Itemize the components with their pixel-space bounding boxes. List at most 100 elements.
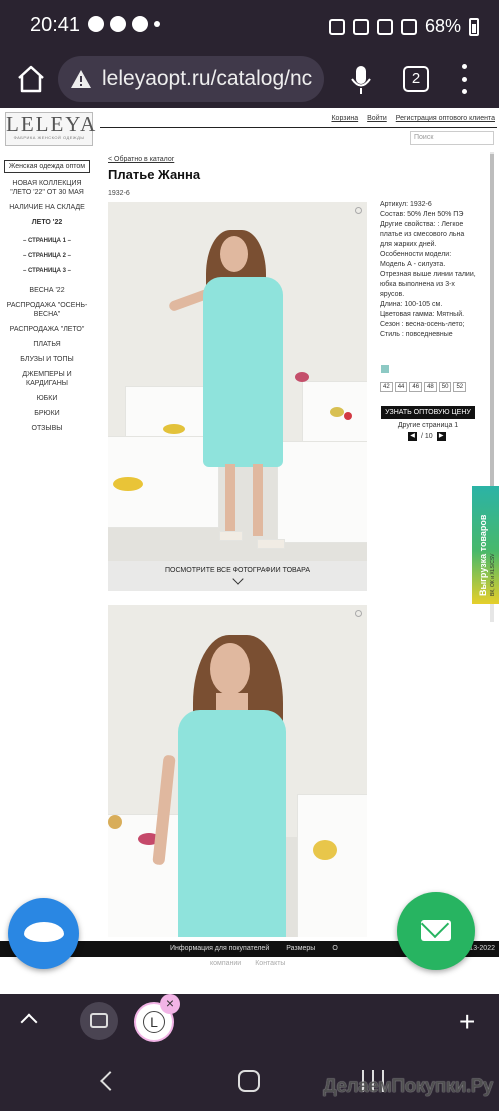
mail-button[interactable] <box>397 892 475 970</box>
footer-link-contacts[interactable]: Контакты <box>255 960 285 967</box>
header-divider <box>100 127 497 128</box>
menu-item-dresses[interactable]: ПЛАТЬЯ <box>0 340 94 349</box>
watermark: ДелаемПокупки.Ру <box>323 1076 493 1097</box>
chevron-down-icon <box>231 573 244 585</box>
bluetooth-icon <box>328 18 345 35</box>
tab-group-item[interactable] <box>80 1002 118 1040</box>
export-goods-title: Выгрузка товаров <box>478 514 488 596</box>
sim-icon <box>132 16 148 32</box>
menu-item-jumpers[interactable]: ДЖЕМПЕРЫ И КАРДИГАНЫ <box>0 370 94 388</box>
menu-item-reviews[interactable]: ОТЗЫВЫ <box>0 424 94 433</box>
leleya-favicon: L <box>143 1011 165 1033</box>
view-all-photos-button[interactable]: ПОСМОТРИТЕ ВСЕ ФОТОГРАФИИ ТОВАРА <box>108 561 367 591</box>
logo-subtitle: ФАБРИКА ЖЕНСКОЙ ОДЕЖДЫ <box>13 135 85 140</box>
menu-item-skirts[interactable]: ЮБКИ <box>0 394 94 403</box>
menu-item-summer-22[interactable]: ЛЕТО '22 <box>0 218 94 227</box>
footer-links: Информация для покупателей Размеры О <box>170 945 338 952</box>
logo-name: LELEYA <box>6 112 98 136</box>
size-option[interactable]: 46 <box>409 382 423 392</box>
detail-color: Цветовая гамма: Мятный. <box>380 311 465 318</box>
menu-item-sale-autumn-spring[interactable]: РАСПРОДАЖА "ОСЕНЬ-ВЕСНА" <box>0 301 94 319</box>
site-logo[interactable]: LELEYA ФАБРИКА ЖЕНСКОЙ ОДЕЖДЫ <box>5 112 98 146</box>
detail-length: Длина: 100-105 см. <box>380 301 443 308</box>
pager-text: / 10 <box>421 433 433 440</box>
envelope-icon <box>421 920 451 941</box>
login-link[interactable]: Войти <box>367 115 387 122</box>
battery-icon <box>469 17 479 36</box>
product-code: 1932-6 <box>108 190 130 197</box>
footer-links-row2: компании Контакты <box>210 960 285 967</box>
category-menu: НОВАЯ КОЛЛЕКЦИЯ "ЛЕТО '22" ОТ 30 МАЯ НАЛ… <box>0 179 94 433</box>
category-sidebar: Женская одежда оптом НОВАЯ КОЛЛЕКЦИЯ "ЛЕ… <box>0 160 94 439</box>
web-page: LELEYA ФАБРИКА ЖЕНСКОЙ ОДЕЖДЫ Корзина Во… <box>0 108 499 994</box>
pager: ◀ / 10 ▶ <box>408 432 446 441</box>
status-bar: 20:41 68% <box>0 0 499 52</box>
footer-link-buyers-info[interactable]: Информация для покупателей <box>170 945 269 952</box>
product-photo-main[interactable]: ПОСМОТРИТЕ ВСЕ ФОТОГРАФИИ ТОВАРА <box>108 202 367 591</box>
back-to-catalog-link[interactable]: < Обратно в каталог <box>108 156 174 163</box>
product-photo-secondary[interactable] <box>108 605 367 937</box>
mute-icon <box>352 18 369 35</box>
product-title: Платье Жанна <box>108 167 201 182</box>
footer-link-about[interactable]: О <box>332 945 337 952</box>
zoom-icon[interactable] <box>355 207 362 214</box>
wholesale-price-button[interactable]: УЗНАТЬ ОПТОВУЮ ЦЕНУ <box>381 406 475 419</box>
pager-prev-button[interactable]: ◀ <box>408 432 417 441</box>
register-link[interactable]: Регистрация оптового клиента <box>396 115 495 122</box>
browser-toolbar: leleyaopt.ru/catalog/nc 2 <box>0 52 499 108</box>
header-links: Корзина Войти Регистрация оптового клиен… <box>331 115 495 122</box>
product-details: Артикул: 1932-6 Состав: 50% Лен 50% ПЭ Д… <box>380 200 478 340</box>
back-icon[interactable] <box>100 1071 120 1091</box>
zoom-icon[interactable] <box>355 610 362 617</box>
size-option[interactable]: 44 <box>394 382 408 392</box>
size-option[interactable]: 50 <box>438 382 452 392</box>
cart-link[interactable]: Корзина <box>331 115 358 122</box>
browser-bottom-toolbar: L × + <box>0 994 499 1054</box>
size-option[interactable]: 48 <box>424 382 437 392</box>
detail-season: Сезон : весна-осень-лето; <box>380 321 465 328</box>
signal-icon <box>400 18 417 35</box>
detail-properties: Другие свойства: : Легкое платье из смес… <box>380 221 465 248</box>
chevron-up-icon[interactable] <box>20 1013 38 1031</box>
size-list: 42 44 46 48 50 52 <box>380 382 467 392</box>
notification-icons <box>88 16 160 32</box>
footer-link-sizes[interactable]: Размеры <box>286 945 315 952</box>
detail-style: Стиль : повседневные <box>380 331 453 338</box>
menu-item-new-collection[interactable]: НОВАЯ КОЛЛЕКЦИЯ "ЛЕТО '22" ОТ 30 МАЯ <box>0 179 94 197</box>
browser-menu-icon[interactable] <box>460 64 468 94</box>
size-option[interactable]: 52 <box>453 382 467 392</box>
new-tab-icon[interactable]: + <box>459 1008 475 1036</box>
menu-item-page-2[interactable]: – СТРАНИЦА 2 – <box>0 252 94 261</box>
menu-item-page-3[interactable]: – СТРАНИЦА 3 – <box>0 267 94 276</box>
footer-year: 13-2022 <box>469 945 495 952</box>
microphone-icon[interactable] <box>350 64 372 96</box>
close-icon[interactable]: × <box>160 994 180 1014</box>
wifi-icon <box>376 18 393 35</box>
menu-item-sale-summer[interactable]: РАСПРОДАЖА "ЛЕТО" <box>0 325 94 334</box>
address-bar[interactable]: leleyaopt.ru/catalog/nc <box>58 56 324 102</box>
chat-button[interactable] <box>8 898 79 969</box>
size-option[interactable]: 42 <box>380 382 393 392</box>
detail-article: Артикул: 1932-6 <box>380 201 432 208</box>
category-title: Женская одежда оптом <box>4 160 90 173</box>
export-goods-subtitle: ВК, ОК и XLS/CSV <box>490 553 496 596</box>
home-nav-icon[interactable] <box>238 1070 260 1092</box>
footer-link-company[interactable]: компании <box>210 960 241 967</box>
tab-switcher-button[interactable]: 2 <box>403 66 429 92</box>
chrome-icon <box>88 16 104 32</box>
menu-item-blouses[interactable]: БЛУЗЫ И ТОПЫ <box>0 355 94 364</box>
export-goods-tab[interactable]: Выгрузка товаров ВК, ОК и XLS/CSV <box>472 486 499 604</box>
search-input[interactable]: Поиск <box>410 131 494 145</box>
url-text: leleyaopt.ru/catalog/nc <box>102 67 313 90</box>
home-icon[interactable] <box>14 62 48 96</box>
detail-features: Особенности модели: Модель А - силуэта. … <box>380 251 476 298</box>
color-swatch[interactable] <box>381 365 389 373</box>
menu-item-spring-22[interactable]: ВЕСНА '22 <box>0 286 94 295</box>
pager-next-button[interactable]: ▶ <box>436 432 446 441</box>
menu-item-trousers[interactable]: БРЮКИ <box>0 409 94 418</box>
menu-item-page-1[interactable]: – СТРАНИЦА 1 – <box>0 237 94 246</box>
menu-item-in-stock[interactable]: НАЛИЧИЕ НА СКЛАДЕ <box>0 203 94 212</box>
detail-composition: Состав: 50% Лен 50% ПЭ <box>380 211 464 218</box>
not-secure-icon[interactable] <box>70 68 92 90</box>
status-time: 20:41 <box>30 14 81 36</box>
